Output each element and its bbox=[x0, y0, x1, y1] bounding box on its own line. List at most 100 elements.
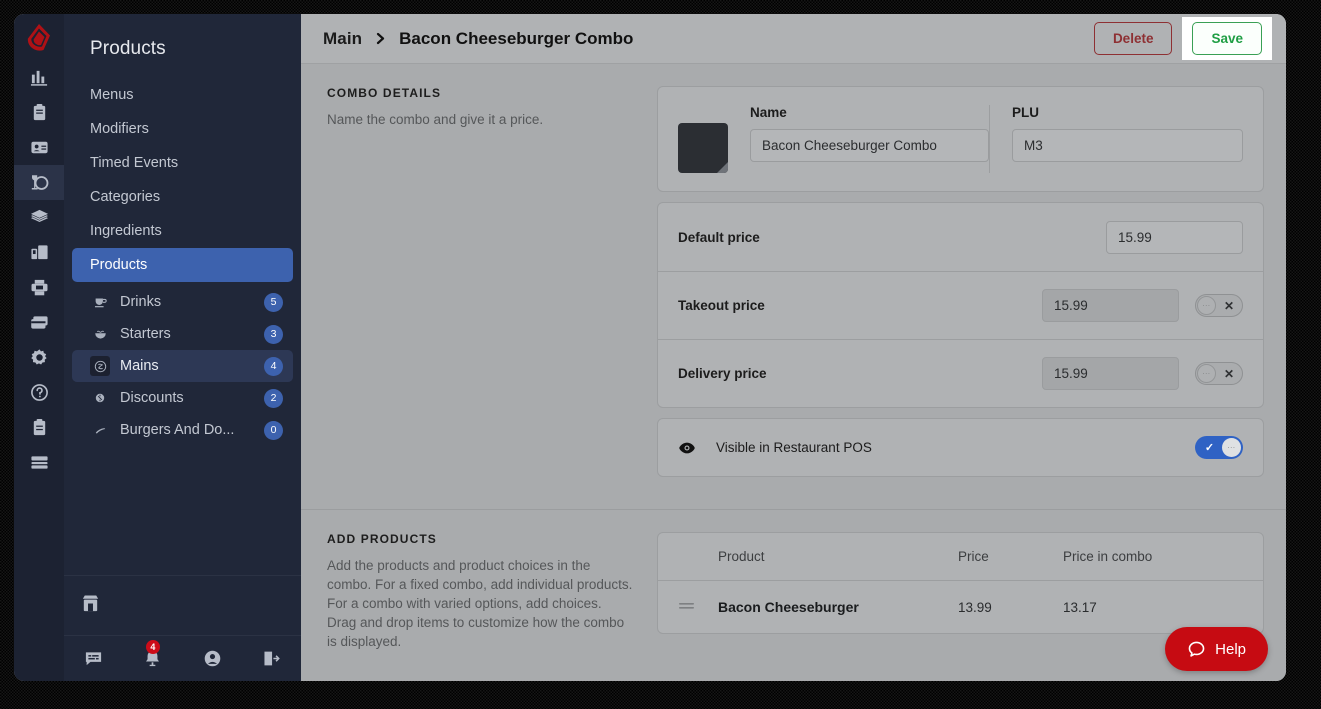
delivery-price-row: Delivery price ⋯ ✕ bbox=[658, 339, 1263, 407]
column-header-price: Price bbox=[958, 549, 989, 564]
name-group: Name bbox=[678, 105, 989, 173]
save-button-focus-ring: Save bbox=[1182, 17, 1272, 60]
combo-details-subtitle: Name the combo and give it a price. bbox=[327, 112, 544, 127]
sidebar-item-ingredients[interactable]: Ingredients bbox=[72, 214, 293, 248]
clipboard-icon[interactable] bbox=[14, 95, 64, 130]
plu-input[interactable] bbox=[1012, 129, 1243, 162]
sidebar-item-menus[interactable]: Menus bbox=[72, 78, 293, 112]
sidebar-category-label: Starters bbox=[120, 326, 171, 342]
add-products-description: ADD PRODUCTS Add the products and produc… bbox=[327, 532, 657, 651]
delivery-price-toggle[interactable]: ⋯ ✕ bbox=[1195, 362, 1243, 385]
restaurant-icon[interactable] bbox=[14, 165, 64, 200]
sidebar: Products Menus Modifiers Timed Events Ca… bbox=[64, 14, 301, 681]
sidebar-item-categories[interactable]: Categories bbox=[72, 180, 293, 214]
visible-in-pos-toggle[interactable]: ✓ ⋯ bbox=[1195, 436, 1243, 459]
name-label: Name bbox=[750, 105, 787, 120]
combo-details-fields: Name PLU bbox=[657, 86, 1264, 487]
user-circle-icon[interactable] bbox=[192, 644, 232, 674]
plu-label: PLU bbox=[1012, 105, 1039, 120]
clipboard-list-icon[interactable] bbox=[14, 410, 64, 445]
bell-icon[interactable]: 4 bbox=[133, 639, 173, 674]
sidebar-item-timed-events[interactable]: Timed Events bbox=[72, 146, 293, 180]
hotdog-icon bbox=[90, 420, 110, 440]
icon-rail bbox=[14, 14, 64, 681]
help-widget-button[interactable]: Help bbox=[1165, 627, 1268, 671]
combo-details-section: COMBO DETAILS Name the combo and give it… bbox=[301, 64, 1286, 509]
takeout-price-toggle[interactable]: ⋯ ✕ bbox=[1195, 294, 1243, 317]
default-price-input[interactable] bbox=[1106, 220, 1243, 254]
sidebar-item-products[interactable]: Products bbox=[72, 248, 293, 282]
chevron-right-icon bbox=[375, 32, 386, 45]
sidebar-bottom-bar: 4 bbox=[64, 635, 301, 681]
takeout-price-input[interactable] bbox=[1042, 289, 1179, 322]
delivery-price-label: Delivery price bbox=[678, 366, 767, 381]
name-input[interactable] bbox=[750, 129, 989, 162]
sidebar-category-starters[interactable]: Starters 3 bbox=[72, 318, 293, 350]
devices-icon[interactable] bbox=[14, 235, 64, 270]
products-table-header: Product Price Price in combo bbox=[658, 533, 1263, 581]
printer-icon[interactable] bbox=[14, 270, 64, 305]
takeout-price-label: Takeout price bbox=[678, 298, 765, 313]
chat-bubble-icon bbox=[1187, 640, 1206, 659]
close-icon: ✕ bbox=[1223, 366, 1235, 381]
chat-icon[interactable] bbox=[74, 644, 114, 674]
server-list-icon[interactable] bbox=[14, 445, 64, 480]
sidebar-category-label: Burgers And Do... bbox=[120, 422, 235, 438]
color-swatch[interactable] bbox=[678, 123, 728, 173]
sidebar-item-modifiers[interactable]: Modifiers bbox=[72, 112, 293, 146]
sidebar-category-discounts[interactable]: Discounts 2 bbox=[72, 382, 293, 414]
payment-cards-icon[interactable] bbox=[14, 305, 64, 340]
question-circle-icon[interactable] bbox=[14, 375, 64, 410]
application-window: Products Menus Modifiers Timed Events Ca… bbox=[14, 14, 1286, 681]
bowl-icon bbox=[90, 324, 110, 344]
sidebar-category-label: Mains bbox=[120, 358, 159, 374]
visible-in-pos-row: Visible in Restaurant POS ✓ ⋯ bbox=[658, 419, 1263, 476]
sidebar-category-burgers-and-dogs[interactable]: Burgers And Do... 0 bbox=[72, 414, 293, 446]
rail-items bbox=[14, 60, 64, 480]
logout-icon[interactable] bbox=[251, 644, 291, 674]
breadcrumb-root[interactable]: Main bbox=[323, 29, 362, 49]
cell-price: 13.99 bbox=[958, 599, 992, 615]
cell-product-name: Bacon Cheeseburger bbox=[718, 599, 859, 615]
delivery-price-input[interactable] bbox=[1042, 357, 1179, 390]
layers-icon[interactable] bbox=[14, 200, 64, 235]
visibility-card: Visible in Restaurant POS ✓ ⋯ bbox=[657, 418, 1264, 477]
contact-card-icon[interactable] bbox=[14, 130, 64, 165]
bar-chart-icon[interactable] bbox=[14, 60, 64, 95]
close-icon: ✕ bbox=[1223, 298, 1235, 313]
sidebar-category-drinks[interactable]: Drinks 5 bbox=[72, 286, 293, 318]
add-products-section: ADD PRODUCTS Add the products and produc… bbox=[301, 509, 1286, 673]
sidebar-category-label: Discounts bbox=[120, 390, 184, 406]
storefront-icon bbox=[80, 593, 101, 619]
top-bar: Main Bacon Cheeseburger Combo Delete Sav… bbox=[301, 14, 1286, 64]
sidebar-category-count: 0 bbox=[264, 420, 283, 440]
column-header-product: Product bbox=[718, 549, 765, 564]
name-field-group: Name bbox=[750, 105, 989, 162]
name-plu-row: Name PLU bbox=[658, 87, 1263, 191]
add-products-subtitle: Add the products and product choices in … bbox=[327, 558, 633, 649]
save-button[interactable]: Save bbox=[1192, 22, 1262, 55]
content-scroll-area[interactable]: COMBO DETAILS Name the combo and give it… bbox=[301, 64, 1286, 681]
combo-details-title: COMBO DETAILS bbox=[327, 86, 442, 100]
store-selector[interactable] bbox=[64, 575, 301, 635]
sidebar-nav: Menus Modifiers Timed Events Categories … bbox=[64, 78, 301, 282]
column-header-price-in-combo: Price in combo bbox=[1063, 549, 1153, 564]
tag-icon bbox=[90, 388, 110, 408]
gear-icon[interactable] bbox=[14, 340, 64, 375]
table-row[interactable]: Bacon Cheeseburger 13.99 13.17 bbox=[658, 581, 1263, 633]
default-price-row: Default price bbox=[658, 203, 1263, 271]
prices-card: Default price Takeout price ⋯ ✕ bbox=[657, 202, 1264, 408]
toggle-knob: ⋯ bbox=[1197, 296, 1216, 315]
lightspeed-flame-logo[interactable] bbox=[14, 14, 64, 60]
eye-icon bbox=[678, 441, 696, 455]
sidebar-category-count: 4 bbox=[264, 356, 283, 376]
takeout-price-row: Takeout price ⋯ ✕ bbox=[658, 271, 1263, 339]
delete-button[interactable]: Delete bbox=[1093, 22, 1173, 55]
name-plu-card: Name PLU bbox=[657, 86, 1264, 192]
visible-in-pos-label: Visible in Restaurant POS bbox=[716, 440, 872, 455]
drag-handle-icon[interactable] bbox=[678, 600, 718, 615]
main-panel: Main Bacon Cheeseburger Combo Delete Sav… bbox=[301, 14, 1286, 681]
sidebar-category-mains[interactable]: Mains 4 bbox=[72, 350, 293, 382]
check-icon: ✓ bbox=[1204, 442, 1215, 454]
